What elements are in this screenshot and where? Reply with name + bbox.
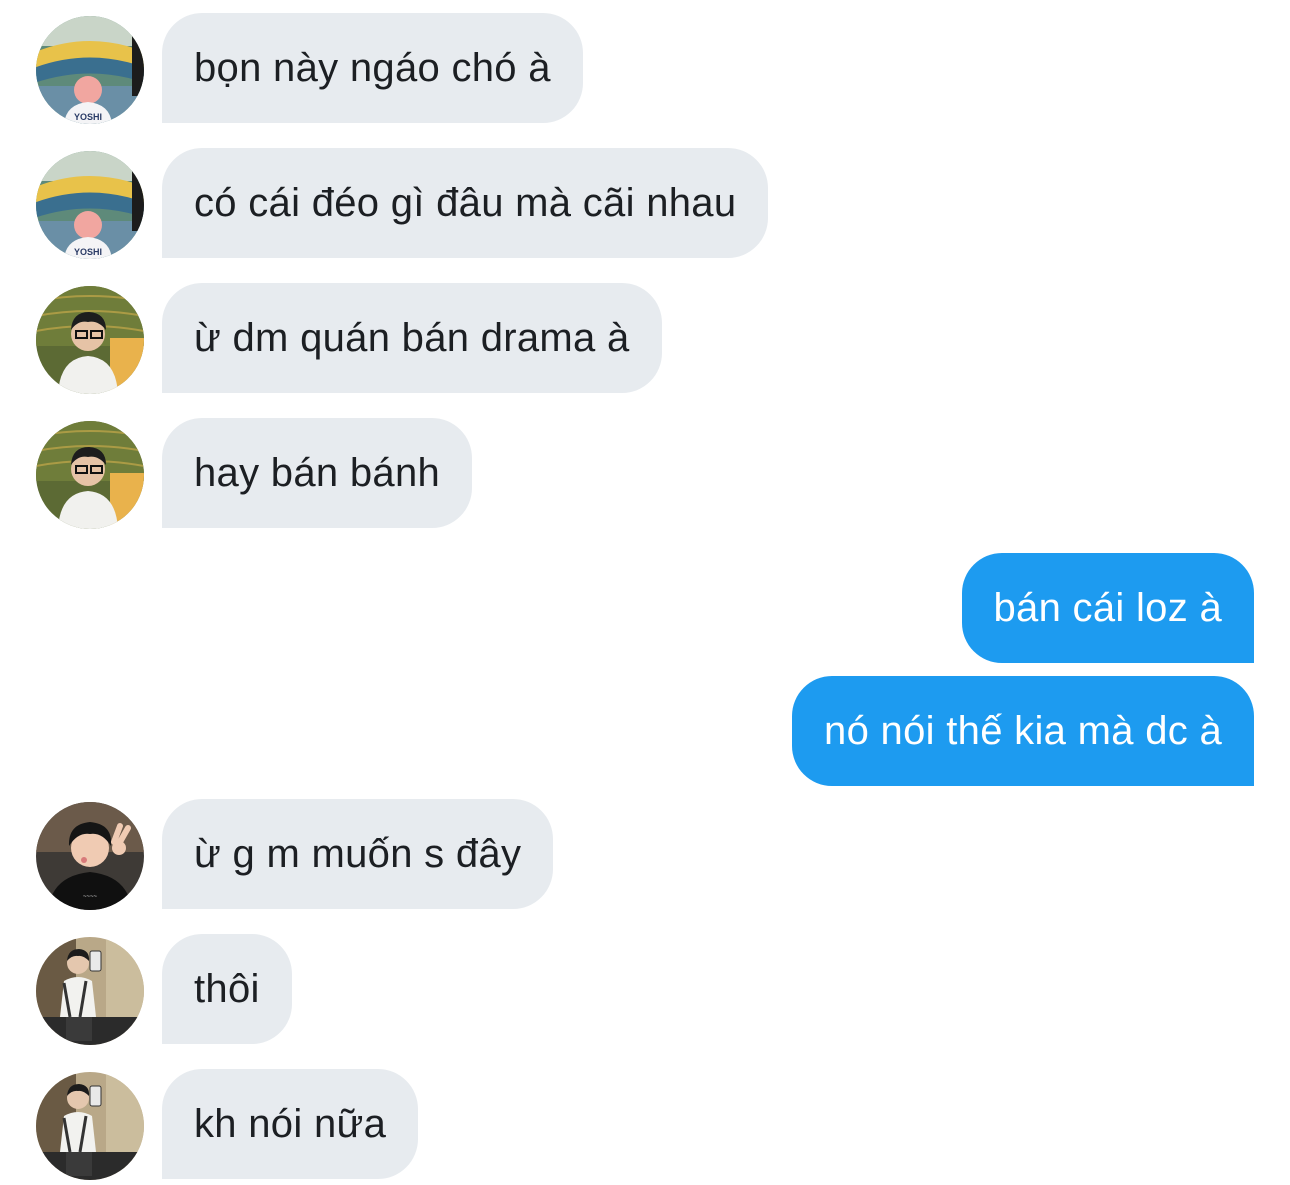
message-row: hay bán bánh bbox=[0, 418, 1290, 528]
message-row: bán cái loz à bbox=[0, 553, 1290, 663]
avatar[interactable] bbox=[36, 421, 144, 529]
avatar[interactable] bbox=[36, 937, 144, 1045]
avatar[interactable] bbox=[36, 802, 144, 910]
message-row: ừ dm quán bán drama à bbox=[0, 283, 1290, 393]
incoming-message-bubble[interactable]: có cái đéo gì đâu mà cãi nhau bbox=[162, 148, 769, 258]
message-row: nó nói thế kia mà dc à bbox=[0, 676, 1290, 786]
incoming-message-bubble[interactable]: ừ dm quán bán drama à bbox=[162, 283, 662, 393]
message-row: bọn này ngáo chó à bbox=[0, 13, 1290, 123]
avatar[interactable] bbox=[36, 1072, 144, 1180]
incoming-message-bubble[interactable]: hay bán bánh bbox=[162, 418, 473, 528]
incoming-message-bubble[interactable]: thôi bbox=[162, 934, 292, 1044]
message-row: thôi bbox=[0, 934, 1290, 1044]
avatar[interactable] bbox=[36, 16, 144, 124]
avatar[interactable] bbox=[36, 286, 144, 394]
outgoing-message-bubble[interactable]: nó nói thế kia mà dc à bbox=[792, 676, 1254, 786]
incoming-message-bubble[interactable]: ừ g m muốn s đây bbox=[162, 799, 554, 909]
message-row: có cái đéo gì đâu mà cãi nhau bbox=[0, 148, 1290, 258]
outgoing-message-bubble[interactable]: bán cái loz à bbox=[961, 553, 1254, 663]
incoming-message-bubble[interactable]: kh nói nữa bbox=[162, 1069, 419, 1179]
incoming-message-bubble[interactable]: bọn này ngáo chó à bbox=[162, 13, 583, 123]
message-row: kh nói nữa bbox=[0, 1069, 1290, 1179]
avatar[interactable] bbox=[36, 151, 144, 259]
message-row: ừ g m muốn s đây bbox=[0, 799, 1290, 909]
